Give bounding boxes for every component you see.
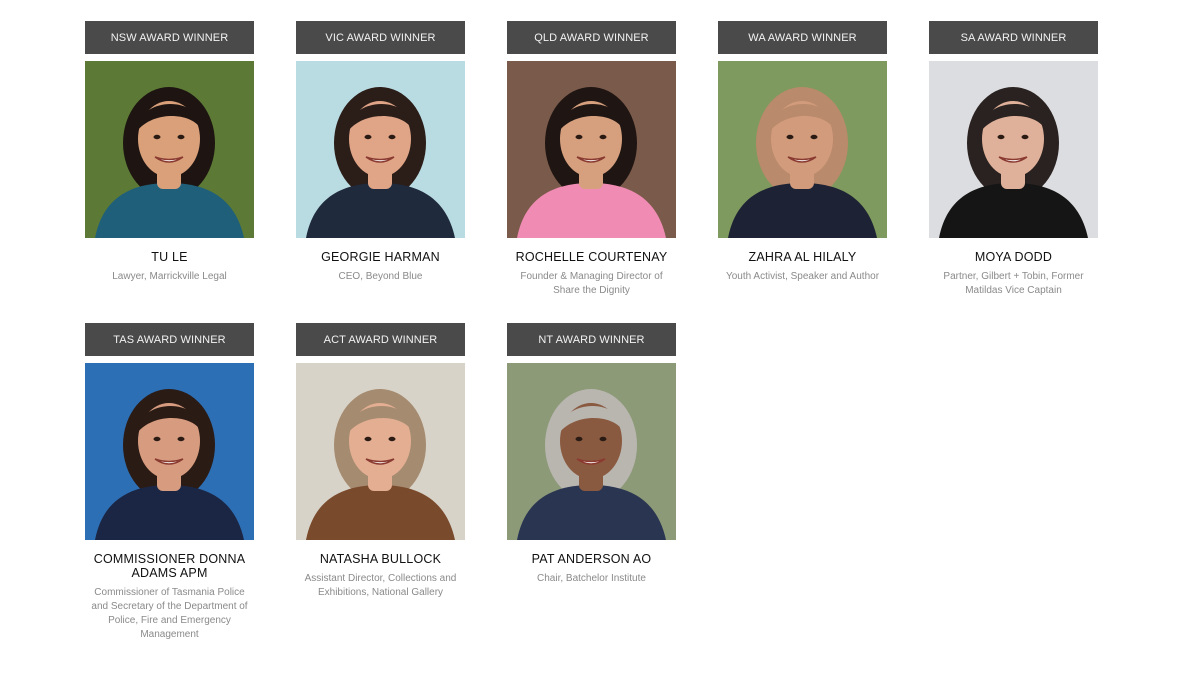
winner-photo xyxy=(507,363,676,540)
winner-name: GEORGIE HARMAN xyxy=(321,250,440,264)
winner-card-3: QLD AWARD WINNER ROCHELLE COURTENAY Foun… xyxy=(507,21,676,298)
winner-role: Founder & Managing Director of Share the… xyxy=(520,271,663,296)
portrait-image xyxy=(296,363,465,540)
winner-photo xyxy=(929,61,1098,238)
award-badge: VIC AWARD WINNER xyxy=(296,21,465,54)
winner-card-5: SA AWARD WINNER MOYA DODD Partner, Gilbe… xyxy=(929,21,1098,298)
winner-card-8: NT AWARD WINNER PAT ANDERSON AO Chair, B… xyxy=(507,323,676,586)
portrait-image xyxy=(718,61,887,238)
winner-role: Commissioner of Tasmania Police and Secr… xyxy=(91,587,248,640)
winner-name: NATASHA BULLOCK xyxy=(319,552,442,566)
winner-name: ROCHELLE COURTENAY xyxy=(515,250,668,264)
winner-photo xyxy=(85,61,254,238)
winner-role: Chair, Batchelor Institute xyxy=(537,573,646,584)
winner-name: TU LE xyxy=(151,250,188,264)
winner-role: CEO, Beyond Blue xyxy=(338,271,423,282)
winner-card-4: WA AWARD WINNER ZAHRA AL HILALY Youth Ac… xyxy=(718,21,887,284)
award-badge: SA AWARD WINNER xyxy=(929,21,1098,54)
winner-name: PAT ANDERSON AO xyxy=(531,552,652,566)
portrait-image xyxy=(929,61,1098,238)
winner-role: Lawyer, Marrickville Legal xyxy=(112,271,227,282)
winner-photo xyxy=(507,61,676,238)
winner-card-6: TAS AWARD WINNER COMMISSIONER DONNA ADAM… xyxy=(85,323,254,642)
winner-photo xyxy=(296,363,465,540)
portrait-image xyxy=(296,61,465,238)
award-badge: TAS AWARD WINNER xyxy=(85,323,254,356)
winner-card-7: ACT AWARD WINNER NATASHA BULLOCK Assista… xyxy=(296,323,465,600)
portrait-image xyxy=(507,363,676,540)
winner-photo xyxy=(85,363,254,540)
winner-name: COMMISSIONER DONNA ADAMS APM xyxy=(93,552,246,580)
award-badge: NT AWARD WINNER xyxy=(507,323,676,356)
portrait-image xyxy=(507,61,676,238)
winner-photo xyxy=(296,61,465,238)
award-badge: NSW AWARD WINNER xyxy=(85,21,254,54)
portrait-image xyxy=(85,61,254,238)
award-badge: QLD AWARD WINNER xyxy=(507,21,676,54)
winner-role: Youth Activist, Speaker and Author xyxy=(725,271,880,282)
winner-role: Partner, Gilbert + Tobin, Former Matilda… xyxy=(943,271,1084,296)
award-badge: WA AWARD WINNER xyxy=(718,21,887,54)
award-badge: ACT AWARD WINNER xyxy=(296,323,465,356)
winner-role: Assistant Director, Collections and Exhi… xyxy=(304,573,457,598)
winner-photo xyxy=(718,61,887,238)
winner-card-2: VIC AWARD WINNER GEORGIE HARMAN CEO, Bey… xyxy=(296,21,465,284)
winner-name: MOYA DODD xyxy=(974,250,1053,264)
winner-name: ZAHRA AL HILALY xyxy=(748,250,857,264)
portrait-image xyxy=(85,363,254,540)
winner-card-1: NSW AWARD WINNER TU LE Lawyer, Marrickvi… xyxy=(85,21,254,284)
